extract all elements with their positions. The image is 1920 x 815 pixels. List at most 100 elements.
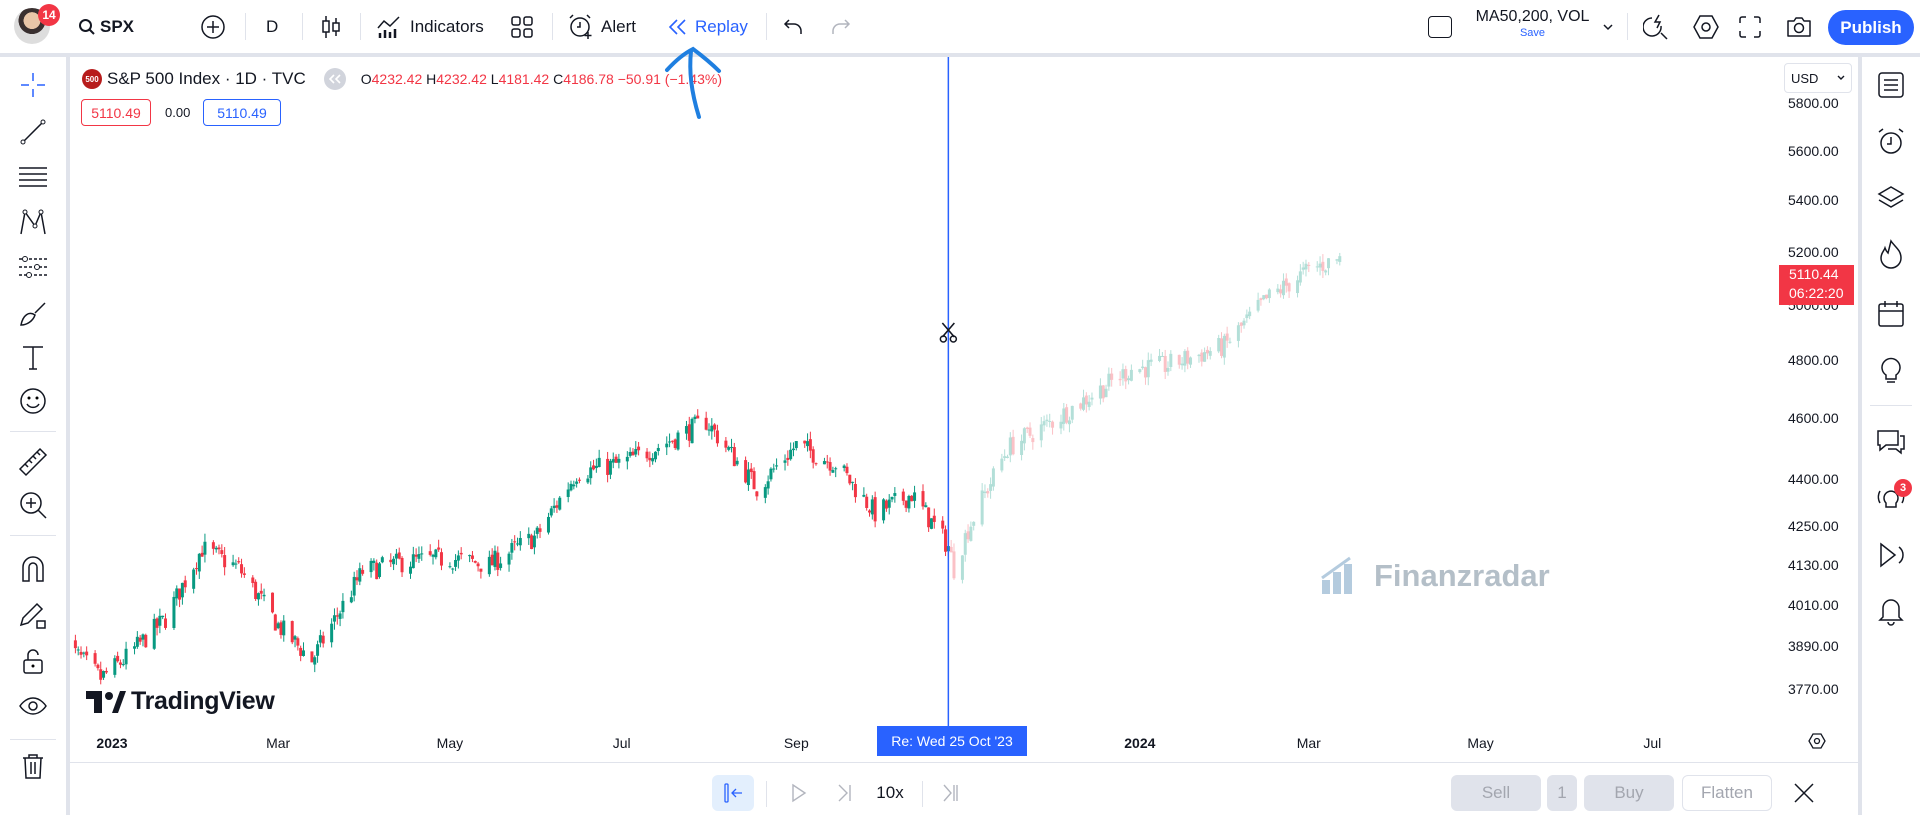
candle [848,474,852,486]
zoom-tool[interactable] [17,489,49,521]
indicators-button[interactable]: Indicators [376,0,484,53]
pattern-tool[interactable] [17,206,49,238]
hotlists-button[interactable] [1875,238,1907,270]
brush-tool[interactable] [17,297,49,329]
remove-drawings-button[interactable] [17,750,49,782]
divider [552,13,553,40]
candle [194,562,198,575]
notifications-button[interactable] [1875,594,1907,626]
candle [631,448,635,456]
magnet-tool[interactable] [17,553,49,585]
candle [1062,402,1066,431]
publish-button[interactable]: Publish [1828,10,1914,45]
candle [710,418,714,440]
ideas-button[interactable] [1875,353,1907,385]
bid-button[interactable]: 5110.49 [81,99,151,126]
step-forward-button[interactable] [830,775,860,811]
time-tick-label: Sep [783,735,809,751]
candle [1098,378,1102,405]
lock-drawings-tool[interactable] [17,599,49,631]
play-button[interactable] [783,775,815,811]
undo-button[interactable] [783,0,805,53]
candle [1304,259,1308,277]
currency-select[interactable]: USD [1784,63,1852,93]
close-replay-button[interactable] [1788,775,1820,811]
snapshot-button[interactable] [1785,0,1813,53]
candle [121,659,125,667]
symbol-search-button[interactable]: SPX [78,0,134,53]
price-chart[interactable] [70,57,1858,815]
alerts-button[interactable] [1875,126,1907,158]
candle [178,588,182,608]
lock-tool[interactable] [17,645,49,677]
trend-line-tool[interactable] [17,116,49,148]
emoji-tool[interactable] [17,385,49,417]
chart-pane[interactable]: Finanzradar TradingView 500 S&P 500 Inde… [70,57,1858,815]
candle [282,615,286,642]
high-value: 4232.42 [436,71,487,87]
symbol-legend[interactable]: 500 S&P 500 Index · 1D · TVC O4232.42 H4… [82,68,722,90]
layout-square-button[interactable] [1428,0,1452,53]
search-icon [79,18,95,35]
hide-tool[interactable] [17,690,49,722]
candle [394,548,398,565]
settings-button[interactable] [1692,0,1720,53]
select-bar-button[interactable] [712,775,754,811]
candle [1205,346,1209,360]
ask-button[interactable]: 5110.49 [203,99,281,126]
layouts-button[interactable] [510,0,534,53]
divider [302,13,303,40]
candle [532,530,536,555]
candle [1281,273,1285,299]
candle [397,547,401,560]
flatten-button[interactable]: Flatten [1682,775,1772,811]
speed-button[interactable]: 10x [870,775,910,811]
candle [310,651,314,663]
candle [135,631,139,649]
watchlist-button[interactable] [1875,69,1907,101]
fib-tool[interactable] [17,161,49,193]
candle [217,544,221,555]
layout-menu-button[interactable] [1601,0,1615,53]
object-tree-button[interactable] [1875,182,1907,214]
candle [924,502,928,508]
fullscreen-button[interactable] [1739,0,1761,53]
price-tick-label: 5400.00 [1788,192,1839,209]
alarm-clock-icon [569,13,592,39]
candle [1082,389,1086,412]
candle [825,454,829,469]
measure-tool[interactable] [17,446,49,478]
time-axis-settings-button[interactable] [1808,733,1826,754]
interval-button[interactable]: D [266,0,278,53]
alert-button[interactable]: Alert [567,0,636,53]
candle [1163,349,1167,380]
jump-to-realtime-button[interactable] [936,775,966,811]
replay-date-label: Re: Wed 25 Oct '23 [877,726,1027,756]
quantity-field[interactable]: 1 [1547,775,1577,811]
prediction-tool[interactable] [17,251,49,283]
chats-button[interactable] [1875,426,1907,458]
candle [592,459,596,471]
sell-button[interactable]: Sell [1451,775,1541,811]
candle [1296,275,1300,298]
step-forward-icon [838,784,851,802]
candle [459,547,463,560]
calendar-button[interactable] [1875,298,1907,330]
tradingview-logo[interactable]: TradingView [86,687,275,716]
candle [690,417,694,444]
candle [104,667,108,675]
replay-rewind-icon[interactable] [323,68,346,90]
candle [1067,416,1071,433]
redo-button[interactable] [829,0,851,53]
buy-button[interactable]: Buy [1584,775,1674,811]
open-value: 4232.42 [371,71,423,87]
layout-name-button[interactable]: MA50,200, VOL Save [1470,8,1595,39]
signals-button[interactable] [1875,539,1907,571]
save-link[interactable]: Save [1470,27,1595,39]
text-tool[interactable] [17,341,49,373]
compare-button[interactable] [200,0,226,53]
quick-search-button[interactable] [1643,0,1669,53]
candle [124,641,128,670]
chart-type-button[interactable] [320,0,342,53]
crosshair-tool[interactable] [17,69,49,101]
